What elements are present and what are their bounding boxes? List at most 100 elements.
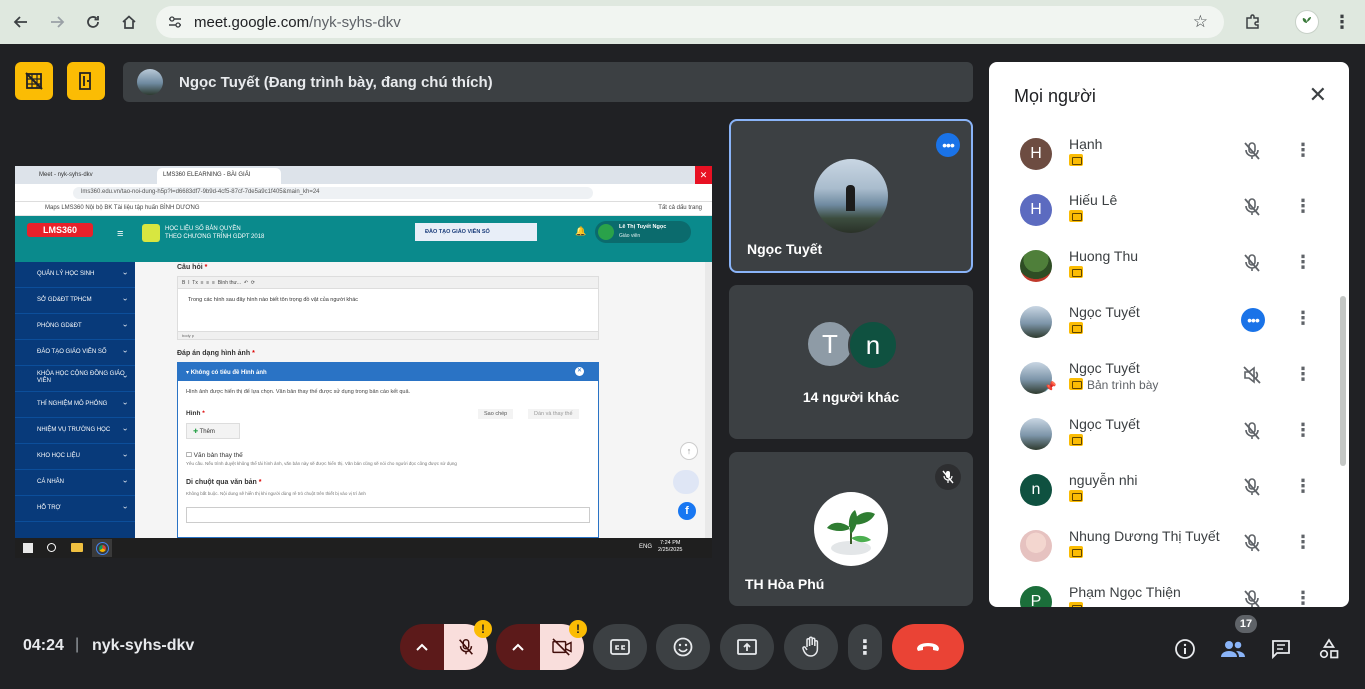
tile-more-options-icon[interactable]: •••: [936, 133, 960, 157]
extensions-icon[interactable]: [1241, 10, 1265, 34]
participant-more-icon[interactable]: ⋮: [1294, 476, 1312, 497]
captions-icon: [610, 639, 630, 655]
lms-answer-header: ▾ Không có tiêu đề Hình ảnh ✕: [178, 363, 598, 381]
participant-tile-others[interactable]: T n 14 người khác: [729, 285, 973, 439]
close-panel-icon[interactable]: ✕: [1309, 82, 1327, 108]
activities-icon[interactable]: [1316, 636, 1342, 662]
participant-tile-presenter[interactable]: ••• Ngọc Tuyết: [729, 119, 973, 273]
lms-copy-button: Sao chép: [478, 409, 514, 419]
participant-more-icon[interactable]: ⋮: [1294, 308, 1312, 329]
present-screen-button[interactable]: [720, 624, 774, 670]
more-options-button[interactable]: ⋮: [848, 624, 882, 670]
chat-icon[interactable]: [1268, 636, 1294, 662]
participant-row[interactable]: Nhung Dương Thị Tuyết ⋮: [989, 522, 1334, 578]
participant-row[interactable]: P Phạm Ngọc Thiện ⋮: [989, 578, 1334, 607]
participant-row[interactable]: Huong Thu ⋮: [989, 242, 1334, 298]
profile-avatar[interactable]: [1295, 10, 1319, 34]
people-icon[interactable]: [1220, 636, 1246, 662]
participant-name: Ngọc Tuyết: [1069, 360, 1140, 376]
back-icon[interactable]: [9, 10, 33, 34]
site-settings-icon[interactable]: [166, 13, 184, 31]
participant-avatar: H: [1020, 194, 1052, 226]
lms-hover-desc: Không bắt buộc. Nội dung sẽ hiển thị khi…: [186, 491, 366, 496]
participant-name: Nhung Dương Thị Tuyết: [1069, 528, 1220, 544]
camera-warning-icon: !: [569, 620, 587, 638]
tile-name: TH Hòa Phú: [745, 576, 825, 592]
tile-avatar-photo: [814, 159, 888, 233]
forward-icon[interactable]: [45, 10, 69, 34]
lms-facebook-icon: f: [678, 502, 696, 520]
participant-more-icon[interactable]: ⋮: [1294, 140, 1312, 161]
participant-more-icon[interactable]: ⋮: [1294, 532, 1312, 553]
participant-row[interactable]: 📌 Ngọc Tuyết Bản trình bày ⋮: [989, 354, 1334, 410]
participant-name: Phạm Ngọc Thiện: [1069, 584, 1181, 600]
mic-off-icon: [1241, 196, 1263, 218]
participant-name: Hiếu Lê: [1069, 192, 1118, 208]
tile-avatar-plant: [814, 492, 888, 566]
lms-answer-label: Đáp án dạng hình ảnh *: [177, 350, 255, 357]
participant-row[interactable]: H Hạnh ⋮: [989, 130, 1334, 186]
lms-side-item: SỞ GD&ĐT TPHCM: [15, 288, 135, 314]
shared-taskbar: ENG 7:24 PM 2/25/2025: [15, 538, 712, 558]
participant-row[interactable]: H Hiếu Lê ⋮: [989, 186, 1334, 242]
participant-more-icon[interactable]: ⋮: [1294, 252, 1312, 273]
bottom-separator: |: [75, 636, 80, 653]
people-panel-title: Mọi người: [1014, 86, 1096, 106]
reload-icon[interactable]: [81, 10, 105, 34]
shared-bookmarks: Maps LMS360 Nội bộ BK Tài liệu tập huấn …: [15, 202, 712, 216]
lms-title: HỌC LIỆU SỐ BẢN QUYỀN THEO CHƯƠNG TRÌNH …: [165, 225, 264, 241]
lms-question-label: Câu hỏi *: [177, 264, 208, 271]
participant-more-icon[interactable]: ⋮: [1294, 364, 1312, 385]
lms-side-item: NHIỆM VỤ TRƯỜNG HỌC: [15, 418, 135, 444]
bookmark-star-icon[interactable]: ☆: [1193, 12, 1208, 32]
people-scrollbar[interactable]: [1340, 296, 1346, 466]
lms-user-avatar: [598, 224, 614, 240]
camera-options-chevron-icon[interactable]: [496, 624, 540, 670]
captions-button[interactable]: [593, 624, 647, 670]
mic-off-icon: [459, 639, 473, 655]
shared-bookmarks-all: Tất cả dấu trang: [658, 205, 702, 211]
url-path: /nyk-syhs-dkv: [309, 13, 401, 31]
leave-call-button[interactable]: [892, 624, 964, 670]
exit-presentation-icon[interactable]: [67, 62, 105, 100]
taskbar-date: 2/25/2025: [658, 547, 683, 553]
annotate-tag-icon: [1069, 210, 1083, 222]
lms-question-text: Trong các hình sau đây hình nào biết tôn…: [188, 297, 359, 303]
raise-hand-button[interactable]: [784, 624, 838, 670]
lms-side-item: KHO HỌC LIỆU: [15, 444, 135, 470]
lms-sidebar: QUẢN LÝ HỌC SINH SỞ GD&ĐT TPHCM PHÒNG GD…: [15, 262, 135, 538]
participant-more-icon[interactable]: ⋮: [1294, 588, 1312, 607]
stop-annotation-icon[interactable]: [15, 62, 53, 100]
mic-options-chevron-icon[interactable]: [400, 624, 444, 670]
lms-alt-desc: Yêu cầu. Nếu trình duyệt không thể tải h…: [186, 461, 457, 466]
participant-speaking-more-icon[interactable]: •••: [1241, 308, 1265, 332]
taskbar-explorer-icon: [71, 543, 83, 552]
lms-promo-banner: ĐÀO TẠO GIÁO VIÊN SỐ: [415, 223, 537, 241]
reactions-button[interactable]: [656, 624, 710, 670]
tile-muted-mic-icon: [935, 464, 961, 490]
people-panel: Mọi người ✕ H Hạnh ⋮ H Hiếu Lê ⋮ Huong T…: [989, 62, 1349, 607]
participant-name: Ngọc Tuyết: [1069, 416, 1140, 432]
annotate-tag-icon: [1069, 378, 1083, 390]
participant-row[interactable]: Ngọc Tuyết ⋮: [989, 410, 1334, 466]
lms-answer-group: ▾ Không có tiêu đề Hình ảnh ✕ Hình ảnh đư…: [177, 362, 599, 538]
lms-side-item: HỖ TRỢ: [15, 496, 135, 522]
annotate-tag-icon: [1069, 602, 1083, 607]
shared-url: lms360.edu.vn/tao-noi-dung-h5p?l=d6683df…: [73, 187, 593, 199]
address-bar[interactable]: meet.google.com/nyk-syhs-dkv ☆: [156, 6, 1224, 38]
mic-off-icon: [1241, 476, 1263, 498]
lms-add-button-label: Thêm: [199, 429, 215, 435]
lms-image-label: Hình *: [186, 410, 205, 417]
browser-menu-icon[interactable]: ⋮: [1330, 10, 1354, 34]
participant-more-icon[interactable]: ⋮: [1294, 196, 1312, 217]
participant-tile-th-hoa-phu[interactable]: TH Hòa Phú: [729, 452, 973, 606]
lms-hover-input: [186, 507, 590, 523]
lms-editor-toolbar: B I Tx ≡ ≡ ≡ Bình thư... ↶ ⟳: [178, 277, 598, 289]
emoji-icon: [673, 637, 693, 657]
more-vert-icon: ⋮: [855, 636, 875, 659]
home-icon[interactable]: [117, 10, 141, 34]
participant-row[interactable]: Ngọc Tuyết ••• ⋮: [989, 298, 1334, 354]
participant-row[interactable]: n nguyễn nhi ⋮: [989, 466, 1334, 522]
meeting-details-icon[interactable]: [1172, 636, 1198, 662]
participant-more-icon[interactable]: ⋮: [1294, 420, 1312, 441]
